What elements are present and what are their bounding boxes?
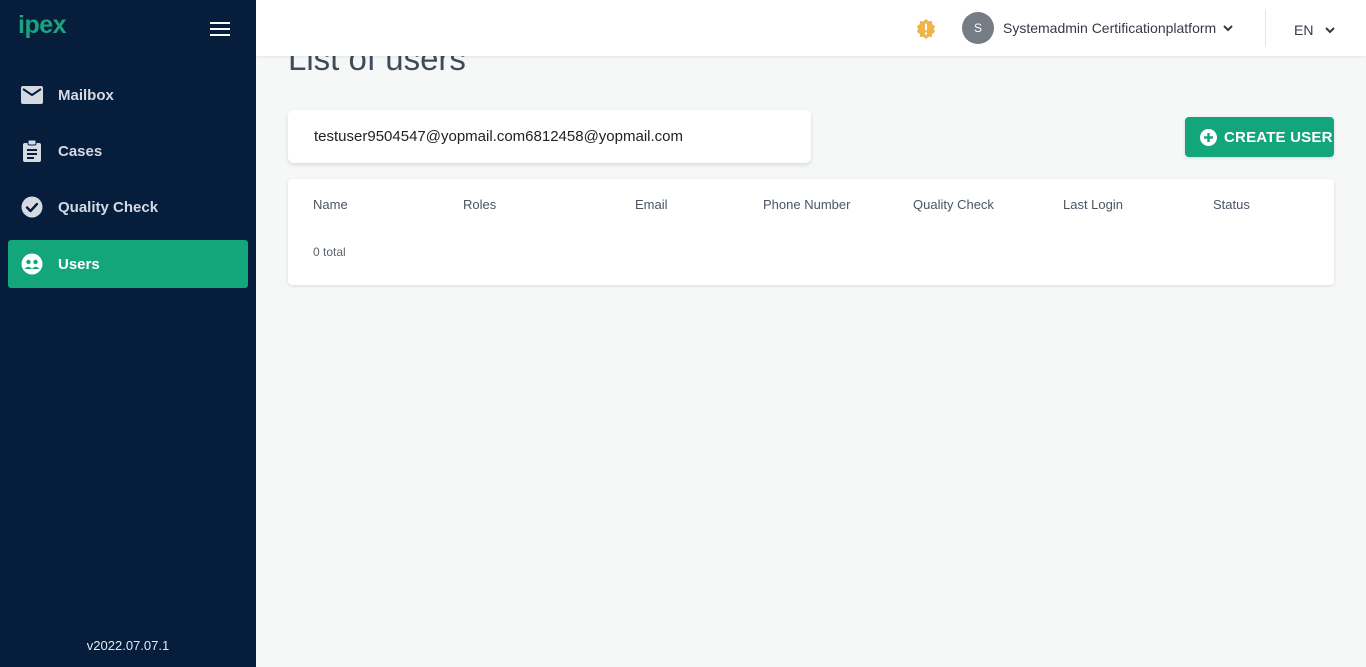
sidebar-item-cases[interactable]: Cases — [8, 127, 248, 175]
chevron-down-icon[interactable] — [1324, 23, 1336, 35]
sidebar-item-quality-check[interactable]: Quality Check — [8, 183, 248, 231]
column-header-roles[interactable]: Roles — [463, 197, 496, 212]
top-header: S Systemadmin Certificationplatform EN — [256, 0, 1366, 56]
clipboard-icon — [21, 140, 43, 162]
user-name[interactable]: Systemadmin Certificationplatform — [1003, 20, 1216, 36]
sidebar-item-label: Cases — [58, 142, 103, 160]
check-circle-icon — [21, 196, 43, 218]
users-table: Name Roles Email Phone Number Quality Ch… — [288, 179, 1334, 285]
sidebar-item-mailbox[interactable]: Mailbox — [8, 71, 248, 119]
sidebar-item-label: Users — [58, 255, 100, 273]
app-logo[interactable]: ipex — [18, 11, 67, 40]
users-icon — [21, 253, 43, 275]
sidebar: ipex Mailbox Cases Quality Check Users v… — [0, 0, 256, 667]
mail-icon — [21, 84, 43, 106]
create-user-button[interactable]: CREATE USER — [1185, 117, 1334, 157]
column-header-last-login[interactable]: Last Login — [1063, 197, 1123, 212]
avatar[interactable]: S — [962, 12, 994, 44]
sidebar-item-label: Quality Check — [58, 198, 159, 216]
column-header-name[interactable]: Name — [313, 197, 348, 212]
alert-badge-icon[interactable] — [916, 19, 936, 39]
column-header-quality-check[interactable]: Quality Check — [913, 197, 994, 212]
sidebar-item-label: Mailbox — [58, 86, 114, 104]
search-input[interactable] — [314, 124, 794, 148]
chevron-down-icon[interactable] — [1222, 21, 1234, 33]
create-user-label: CREATE USER — [1224, 129, 1333, 146]
column-header-status[interactable]: Status — [1213, 197, 1250, 212]
header-divider — [1265, 9, 1266, 47]
column-header-email[interactable]: Email — [635, 197, 668, 212]
app-version: v2022.07.07.1 — [86, 638, 170, 653]
plus-circle-icon — [1200, 129, 1217, 146]
language-selector[interactable]: EN — [1294, 22, 1313, 38]
sidebar-item-users[interactable]: Users — [8, 240, 248, 288]
search-box[interactable] — [288, 110, 811, 163]
column-header-phone-number[interactable]: Phone Number — [763, 197, 850, 212]
table-total-count: 0 total — [313, 245, 346, 259]
menu-toggle-icon[interactable] — [210, 22, 230, 37]
